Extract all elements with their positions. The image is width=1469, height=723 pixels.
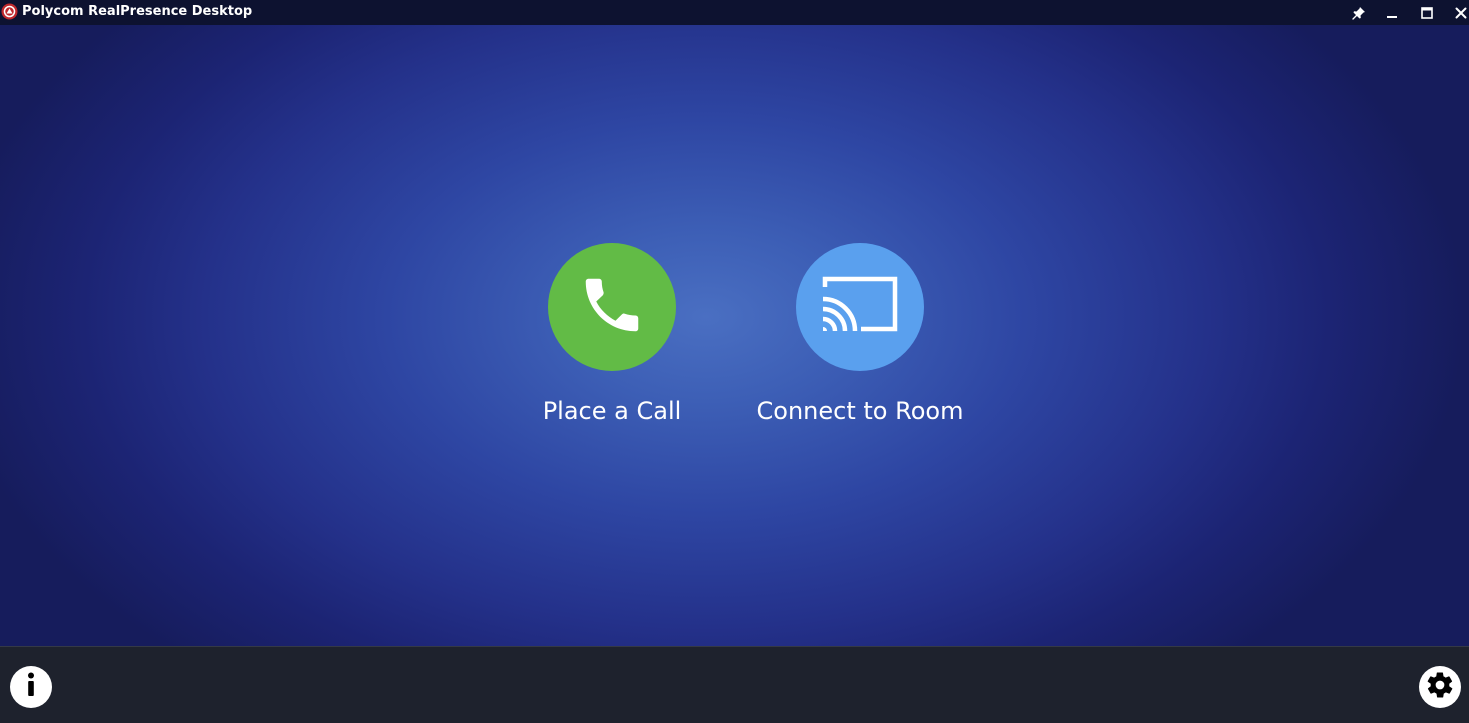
pin-button[interactable]: [1343, 0, 1375, 25]
maximize-icon: [1421, 6, 1433, 19]
close-button[interactable]: [1445, 0, 1469, 25]
maximize-button[interactable]: [1411, 0, 1443, 25]
title-bar[interactable]: Polycom RealPresence Desktop: [0, 0, 1469, 25]
connect-to-room-label: Connect to Room: [756, 397, 964, 425]
place-call-circle[interactable]: [548, 243, 676, 371]
bottom-bar: [0, 646, 1469, 723]
minimize-button[interactable]: [1376, 0, 1408, 25]
place-call-label: Place a Call: [542, 397, 682, 425]
minimize-icon: [1386, 7, 1398, 19]
cast-icon: [821, 275, 899, 339]
phone-icon: [577, 270, 647, 344]
connect-to-room-button[interactable]: Connect to Room: [730, 243, 990, 427]
connect-to-room-circle[interactable]: [796, 243, 924, 371]
polycom-logo-icon: [1, 3, 18, 20]
info-icon: [10, 664, 52, 710]
place-call-button[interactable]: Place a Call: [512, 243, 712, 427]
window-title: Polycom RealPresence Desktop: [22, 4, 253, 19]
gear-icon: [1425, 670, 1455, 704]
settings-button[interactable]: [1419, 666, 1461, 708]
info-button[interactable]: [10, 666, 52, 708]
close-icon: [1455, 7, 1467, 19]
app-window: Polycom RealPresence Desktop Place a Cal…: [0, 0, 1469, 723]
home-screen: Place a Call Connect to Room: [0, 25, 1469, 646]
pin-icon: [1352, 6, 1366, 20]
